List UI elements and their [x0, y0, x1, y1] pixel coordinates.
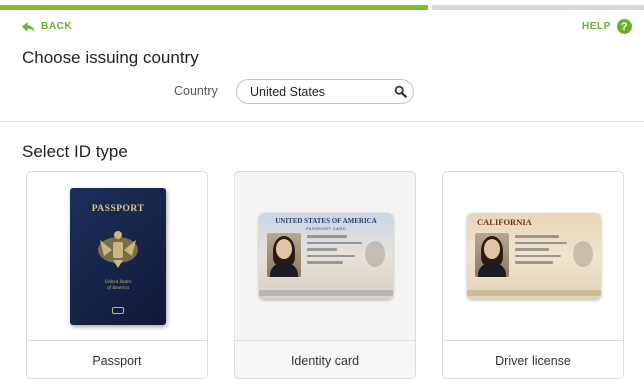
card-text-lines [307, 235, 367, 268]
passport-cover-text: United States of America [70, 280, 166, 292]
country-field-value: United States [250, 84, 326, 99]
identity-card-graphic: UNITED STATES OF AMERICA PASSPORT CARD [259, 213, 393, 299]
driver-license-heading: CALIFORNIA [477, 217, 532, 227]
identity-card-heading: UNITED STATES OF AMERICA [275, 217, 377, 225]
eagle-seal-icon [98, 231, 138, 268]
passport-booklet: PASSPORT United States of America [70, 188, 166, 325]
card-label-identity: Identity card [235, 340, 415, 378]
passport-chip-icon [112, 307, 124, 314]
country-section-title: Choose issuing country [22, 48, 199, 67]
portrait-photo [267, 233, 301, 277]
country-field-label: Country [174, 84, 218, 98]
driver-license-image: CALIFORNIA [443, 172, 623, 340]
identity-card-subheading: PASSPORT CARD [305, 226, 347, 231]
progress-bar [0, 5, 644, 10]
card-footer-strip [259, 290, 393, 296]
back-arrow-icon [22, 21, 35, 32]
search-icon[interactable] [387, 80, 413, 103]
id-type-card-passport[interactable]: PASSPORT United States of America Passpo… [26, 171, 208, 379]
help-question-icon: ? [617, 19, 632, 34]
identity-card-image: UNITED STATES OF AMERICA PASSPORT CARD [235, 172, 415, 340]
ghost-portrait [365, 241, 385, 267]
id-type-card-driver-license[interactable]: CALIFORNIA Driver license [442, 171, 624, 379]
progress-divider [428, 5, 432, 10]
back-button[interactable]: BACK [22, 21, 72, 32]
ghost-portrait [573, 241, 593, 267]
back-label: BACK [41, 21, 73, 32]
country-search-input[interactable]: United States [236, 79, 414, 104]
id-type-card-identity[interactable]: UNITED STATES OF AMERICA PASSPORT CARD I… [234, 171, 416, 379]
portrait-photo [475, 233, 509, 277]
id-type-section-title: Select ID type [22, 142, 128, 161]
help-button[interactable]: HELP ? [582, 19, 632, 34]
passport-cover-line-2: of America [107, 286, 129, 291]
section-divider [0, 121, 644, 122]
card-label-driver-license: Driver license [443, 340, 623, 378]
card-label-passport: Passport [27, 340, 207, 378]
passport-cover-title: PASSPORT [91, 204, 145, 214]
card-footer-strip [467, 290, 601, 296]
passport-image: PASSPORT United States of America [27, 172, 207, 340]
driver-license-graphic: CALIFORNIA [467, 213, 601, 299]
help-label: HELP [581, 21, 611, 32]
card-text-lines [515, 235, 575, 268]
progress-fill [0, 5, 428, 10]
